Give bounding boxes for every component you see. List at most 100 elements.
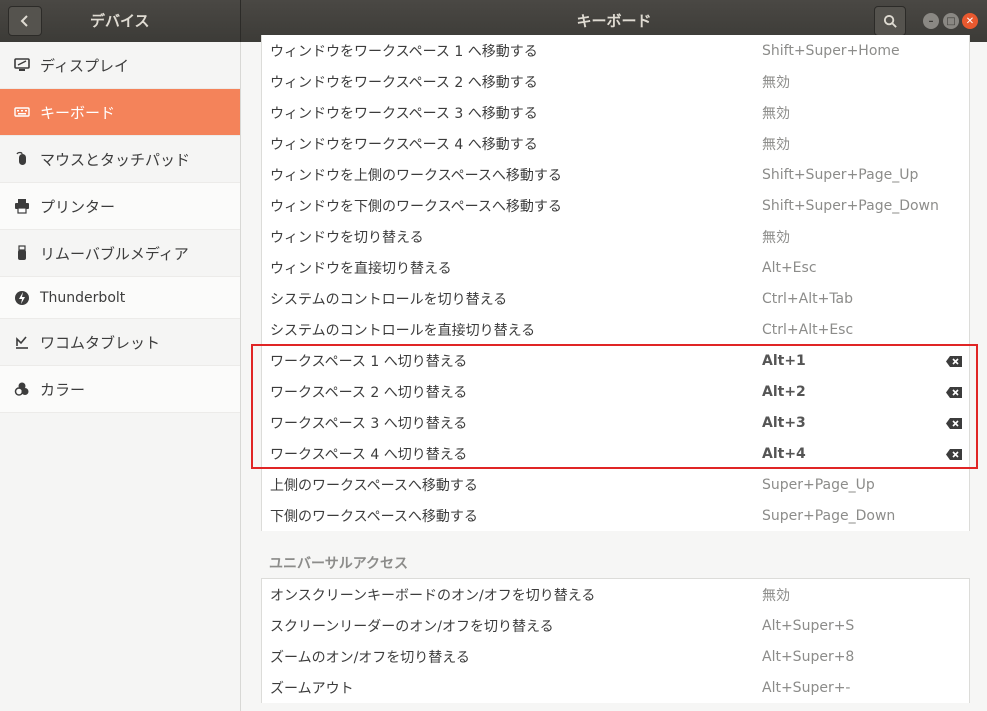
shortcut-row[interactable]: ズームアウト Alt+Super+- bbox=[262, 672, 969, 703]
sidebar-item-label: カラー bbox=[40, 380, 86, 399]
shortcut-action: オンスクリーンキーボードのオン/オフを切り替える bbox=[270, 587, 596, 604]
reset-shortcut-icon[interactable] bbox=[946, 417, 962, 429]
maximize-icon: □ bbox=[946, 15, 956, 27]
shortcut-accelerator: 無効 bbox=[762, 105, 790, 122]
sidebar-item-label: Thunderbolt bbox=[40, 289, 126, 306]
shortcut-row[interactable]: ウィンドウをワークスペース 3 へ移動する 無効 bbox=[262, 97, 969, 128]
removable-media-icon bbox=[12, 243, 32, 263]
color-icon bbox=[12, 379, 32, 399]
shortcut-accelerator: Alt+Super+8 bbox=[762, 648, 855, 665]
shortcut-row[interactable]: ワークスペース 1 へ切り替える Alt+1 bbox=[262, 345, 969, 376]
shortcut-row[interactable]: スクリーンリーダーのオン/オフを切り替える Alt+Super+S bbox=[262, 610, 969, 641]
shortcut-action: ウィンドウをワークスペース 1 へ移動する bbox=[270, 43, 538, 60]
sidebar-item-label: ディスプレイ bbox=[40, 56, 129, 75]
section-title-universal-access: ユニバーサルアクセス bbox=[269, 556, 409, 572]
shortcut-row[interactable]: ウィンドウを上側のワークスペースへ移動する Shift+Super+Page_Up bbox=[262, 159, 969, 190]
shortcut-accelerator: 無効 bbox=[762, 74, 790, 91]
sidebar-item-label: マウスとタッチパッド bbox=[40, 150, 191, 169]
shortcut-row[interactable]: システムのコントロールを切り替える Ctrl+Alt+Tab bbox=[262, 283, 969, 314]
sidebar-item-removable-media[interactable]: リムーバブルメディア bbox=[0, 230, 240, 277]
reset-shortcut-icon[interactable] bbox=[946, 386, 962, 398]
shortcuts-panel: ウィンドウをワークスペース 1 へ移動する Shift+Super+Home ウィン… bbox=[241, 35, 987, 711]
maximize-button[interactable]: □ bbox=[943, 13, 959, 29]
sidebar-item-label: キーボード bbox=[40, 103, 116, 122]
shortcut-accelerator: Shift+Super+Page_Up bbox=[762, 166, 919, 183]
shortcut-row[interactable]: ワークスペース 4 へ切り替える Alt+4 bbox=[262, 438, 969, 469]
chevron-left-icon bbox=[20, 15, 28, 27]
sidebar-item-label: ワコムタブレット bbox=[40, 333, 161, 352]
shortcut-action: システムのコントロールを切り替える bbox=[270, 291, 508, 308]
shortcut-accelerator: Alt+1 bbox=[762, 352, 806, 369]
shortcut-row[interactable]: ウィンドウを切り替える 無効 bbox=[262, 221, 969, 252]
shortcut-action: ワークスペース 3 へ切り替える bbox=[270, 415, 468, 432]
minimize-icon: – bbox=[928, 15, 934, 27]
reset-shortcut-icon[interactable] bbox=[946, 355, 962, 367]
shortcut-accelerator: Ctrl+Alt+Tab bbox=[762, 290, 854, 307]
shortcut-row[interactable]: ワークスペース 2 へ切り替える Alt+2 bbox=[262, 376, 969, 407]
universal-access-list: オンスクリーンキーボードのオン/オフを切り替える 無効スクリーンリーダーのオン/オ… bbox=[261, 578, 970, 703]
shortcut-list: ウィンドウをワークスペース 1 へ移動する Shift+Super+Home ウィン… bbox=[261, 35, 970, 531]
shortcut-accelerator: 無効 bbox=[762, 587, 790, 604]
shortcut-action: ワークスペース 1 へ切り替える bbox=[270, 353, 468, 370]
sidebar-item-keyboard[interactable]: キーボード bbox=[0, 89, 240, 136]
sidebar-item-thunderbolt[interactable]: Thunderbolt bbox=[0, 277, 240, 319]
shortcut-action: 上側のワークスペースへ移動する bbox=[270, 477, 478, 494]
shortcut-action: ウィンドウを直接切り替える bbox=[270, 260, 452, 277]
shortcut-accelerator: Super+Page_Up bbox=[762, 476, 875, 493]
sidebar-item-label: プリンター bbox=[40, 197, 116, 216]
shortcut-accelerator: 無効 bbox=[762, 136, 790, 153]
shortcut-action: 下側のワークスペースへ移動する bbox=[270, 508, 478, 525]
shortcut-action: ワークスペース 4 へ切り替える bbox=[270, 446, 468, 463]
close-icon: ✕ bbox=[965, 15, 975, 27]
shortcut-action: ウィンドウを切り替える bbox=[270, 229, 424, 246]
sidebar-item-tablet[interactable]: ワコムタブレット bbox=[0, 319, 240, 366]
shortcut-accelerator: Shift+Super+Page_Down bbox=[762, 197, 939, 214]
sidebar-item-label: リムーバブルメディア bbox=[40, 244, 189, 263]
shortcut-accelerator: Alt+Super+S bbox=[762, 617, 855, 634]
shortcut-action: システムのコントロールを直接切り替える bbox=[270, 322, 536, 339]
minimize-button[interactable]: – bbox=[923, 13, 939, 29]
shortcut-accelerator: Alt+3 bbox=[762, 414, 806, 431]
shortcut-action: スクリーンリーダーのオン/オフを切り替える bbox=[270, 618, 554, 635]
shortcut-accelerator: Alt+2 bbox=[762, 383, 806, 400]
back-button[interactable] bbox=[8, 6, 42, 36]
shortcut-row[interactable]: ウィンドウをワークスペース 1 へ移動する Shift+Super+Home bbox=[262, 35, 969, 66]
shortcut-row[interactable]: ウィンドウを直接切り替える Alt+Esc bbox=[262, 252, 969, 283]
shortcut-action: ズームのオン/オフを切り替える bbox=[270, 649, 470, 666]
shortcut-row[interactable]: ズームのオン/オフを切り替える Alt+Super+8 bbox=[262, 641, 969, 672]
shortcut-action: ウィンドウをワークスペース 4 へ移動する bbox=[270, 136, 538, 153]
shortcut-accelerator: Alt+4 bbox=[762, 445, 806, 462]
shortcut-row[interactable]: ウィンドウをワークスペース 2 へ移動する 無効 bbox=[262, 66, 969, 97]
shortcut-row[interactable]: ウィンドウをワークスペース 4 へ移動する 無効 bbox=[262, 128, 969, 159]
sidebar-item-printer[interactable]: プリンター bbox=[0, 183, 240, 230]
shortcut-action: ウィンドウをワークスペース 2 へ移動する bbox=[270, 74, 538, 91]
search-icon bbox=[883, 14, 897, 28]
shortcut-row[interactable]: 上側のワークスペースへ移動する Super+Page_Up bbox=[262, 469, 969, 500]
shortcut-row[interactable]: ワークスペース 3 へ切り替える Alt+3 bbox=[262, 407, 969, 438]
keyboard-icon bbox=[12, 102, 32, 122]
shortcut-row[interactable]: オンスクリーンキーボードのオン/オフを切り替える 無効 bbox=[262, 579, 969, 610]
close-button[interactable]: ✕ bbox=[962, 13, 978, 29]
printer-icon bbox=[12, 196, 32, 216]
shortcut-action: ウィンドウを下側のワークスペースへ移動する bbox=[270, 198, 562, 215]
shortcut-row[interactable]: 下側のワークスペースへ移動する Super+Page_Down bbox=[262, 500, 969, 531]
shortcut-accelerator: Super+Page_Down bbox=[762, 507, 896, 524]
shortcut-action: ズームアウト bbox=[270, 680, 354, 697]
shortcut-row[interactable]: システムのコントロールを直接切り替える Ctrl+Alt+Esc bbox=[262, 314, 969, 345]
shortcut-accelerator: Alt+Super+- bbox=[762, 679, 851, 696]
sidebar-item-color[interactable]: カラー bbox=[0, 366, 240, 413]
reset-shortcut-icon[interactable] bbox=[946, 448, 962, 460]
sidebar: ディスプレイ キーボードマウスとタッチパッド プリンターリムーバブルメディア Thun… bbox=[0, 42, 241, 711]
sidebar-item-display[interactable]: ディスプレイ bbox=[0, 42, 240, 89]
thunderbolt-icon bbox=[12, 288, 32, 308]
sidebar-item-mouse[interactable]: マウスとタッチパッド bbox=[0, 136, 240, 183]
mouse-icon bbox=[12, 149, 32, 169]
search-button[interactable] bbox=[874, 6, 906, 36]
shortcut-action: ウィンドウを上側のワークスペースへ移動する bbox=[270, 167, 562, 184]
display-icon bbox=[12, 55, 32, 75]
shortcut-accelerator: Shift+Super+Home bbox=[762, 42, 900, 59]
shortcut-action: ウィンドウをワークスペース 3 へ移動する bbox=[270, 105, 538, 122]
shortcut-row[interactable]: ウィンドウを下側のワークスペースへ移動する Shift+Super+Page_Do… bbox=[262, 190, 969, 221]
sidebar-title: デバイス bbox=[90, 12, 150, 30]
tablet-icon bbox=[12, 332, 32, 352]
